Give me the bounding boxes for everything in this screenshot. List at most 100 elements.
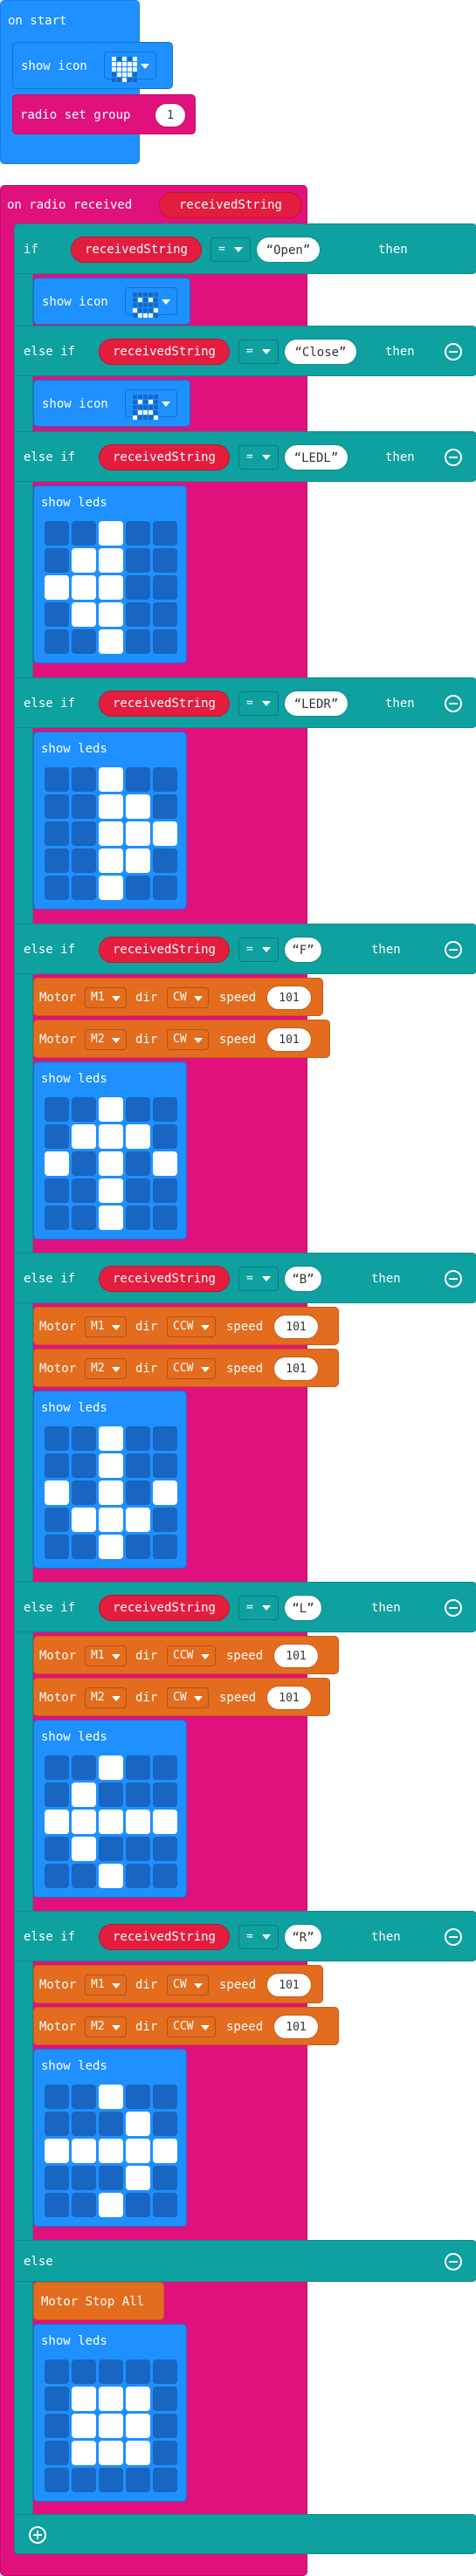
led-cell[interactable]	[126, 521, 150, 546]
else-if-row[interactable]: else if receivedString = “F” then	[14, 924, 476, 974]
led-cell[interactable]	[99, 1864, 123, 1888]
led-cell[interactable]	[99, 1535, 123, 1559]
led-cell[interactable]	[126, 1864, 150, 1888]
direction-dropdown[interactable]: CCW	[167, 1358, 216, 1379]
led-cell[interactable]	[45, 2360, 69, 2384]
led-cell[interactable]	[153, 2441, 177, 2465]
compare-operator-dropdown[interactable]: =	[238, 691, 279, 716]
led-cell[interactable]	[153, 1426, 177, 1451]
show-leds-block[interactable]: show leds	[33, 1391, 187, 1569]
led-cell[interactable]	[126, 2414, 150, 2438]
led-cell[interactable]	[45, 2112, 69, 2136]
motor-select-dropdown[interactable]: M1	[85, 1645, 127, 1666]
compare-string-input[interactable]: “Open”	[256, 237, 321, 263]
led-cell[interactable]	[153, 602, 177, 627]
show-leds-block[interactable]: show leds	[33, 2324, 187, 2502]
led-cell[interactable]	[99, 548, 123, 573]
icon-dropdown[interactable]	[125, 389, 177, 420]
led-matrix[interactable]	[45, 1755, 177, 1888]
led-cell[interactable]	[45, 575, 69, 600]
led-cell[interactable]	[72, 2139, 96, 2163]
received-string-var[interactable]: receivedString	[99, 339, 230, 365]
led-cell[interactable]	[72, 575, 96, 600]
led-cell[interactable]	[153, 2085, 177, 2109]
led-cell[interactable]	[72, 2166, 96, 2190]
led-cell[interactable]	[72, 2193, 96, 2217]
led-cell[interactable]	[45, 821, 69, 846]
led-cell[interactable]	[72, 1480, 96, 1505]
led-cell[interactable]	[45, 1864, 69, 1888]
led-cell[interactable]	[126, 876, 150, 900]
led-cell[interactable]	[126, 767, 150, 792]
led-cell[interactable]	[45, 848, 69, 873]
led-matrix[interactable]	[45, 1097, 177, 1230]
compare-operator-dropdown[interactable]: =	[238, 1925, 279, 1949]
led-cell[interactable]	[45, 548, 69, 573]
direction-dropdown[interactable]: CW	[167, 1687, 209, 1708]
led-cell[interactable]	[153, 629, 177, 654]
led-cell[interactable]	[72, 876, 96, 900]
led-cell[interactable]	[99, 2441, 123, 2465]
led-cell[interactable]	[45, 2468, 69, 2492]
motor-select-dropdown[interactable]: M2	[85, 1029, 127, 1050]
led-cell[interactable]	[153, 1178, 177, 1203]
led-cell[interactable]	[72, 821, 96, 846]
led-cell[interactable]	[126, 1783, 150, 1807]
motor-select-dropdown[interactable]: M2	[85, 1358, 127, 1379]
show-icon-block[interactable]: show icon	[33, 380, 190, 427]
led-cell[interactable]	[126, 848, 150, 873]
led-cell[interactable]	[72, 1508, 96, 1532]
motor-run-block[interactable]: Motor M1 dir CCW speed 101	[33, 1307, 339, 1345]
led-cell[interactable]	[99, 575, 123, 600]
led-cell[interactable]	[126, 1837, 150, 1861]
show-leds-block[interactable]: show leds	[33, 485, 187, 663]
led-matrix[interactable]	[45, 521, 177, 654]
led-cell[interactable]	[99, 1837, 123, 1861]
led-cell[interactable]	[72, 2085, 96, 2109]
compare-string-input[interactable]: “F”	[284, 937, 322, 963]
led-cell[interactable]	[72, 767, 96, 792]
led-cell[interactable]	[99, 521, 123, 546]
motor-select-dropdown[interactable]: M1	[85, 987, 127, 1008]
led-cell[interactable]	[99, 1178, 123, 1203]
motor-run-block[interactable]: Motor M2 dir CW speed 101	[33, 1020, 330, 1058]
led-cell[interactable]	[45, 2414, 69, 2438]
else-if-row[interactable]: else if receivedString = “L” then	[14, 1582, 476, 1632]
led-cell[interactable]	[72, 2387, 96, 2411]
speed-input[interactable]: 101	[266, 1973, 312, 1997]
motor-stop-all-block[interactable]: Motor Stop All	[33, 2282, 164, 2320]
led-cell[interactable]	[126, 2193, 150, 2217]
led-cell[interactable]	[99, 1755, 123, 1780]
led-cell[interactable]	[126, 794, 150, 819]
led-cell[interactable]	[72, 1151, 96, 1176]
led-cell[interactable]	[72, 1206, 96, 1230]
led-cell[interactable]	[99, 2112, 123, 2136]
led-cell[interactable]	[45, 1535, 69, 1559]
motor-run-block[interactable]: Motor M2 dir CCW speed 101	[33, 1349, 339, 1387]
led-cell[interactable]	[126, 1124, 150, 1149]
speed-input[interactable]: 101	[273, 1315, 319, 1339]
led-cell[interactable]	[126, 2441, 150, 2465]
led-cell[interactable]	[99, 1508, 123, 1532]
direction-dropdown[interactable]: CCW	[167, 1645, 216, 1666]
led-cell[interactable]	[126, 575, 150, 600]
led-cell[interactable]	[72, 2441, 96, 2465]
led-cell[interactable]	[72, 2468, 96, 2492]
led-cell[interactable]	[153, 1206, 177, 1230]
led-cell[interactable]	[99, 767, 123, 792]
led-cell[interactable]	[99, 629, 123, 654]
led-cell[interactable]	[126, 1535, 150, 1559]
if-row[interactable]: if receivedString = “Open” then	[14, 223, 476, 274]
led-cell[interactable]	[72, 521, 96, 546]
led-cell[interactable]	[45, 1508, 69, 1532]
led-cell[interactable]	[153, 1810, 177, 1834]
led-cell[interactable]	[126, 1480, 150, 1505]
radio-group-input[interactable]: 1	[155, 103, 186, 127]
motor-select-dropdown[interactable]: M2	[85, 1687, 127, 1708]
led-cell[interactable]	[45, 1124, 69, 1149]
led-cell[interactable]	[72, 1864, 96, 1888]
compare-operator-dropdown[interactable]: =	[238, 445, 279, 470]
led-cell[interactable]	[45, 2441, 69, 2465]
show-icon-block[interactable]: show icon	[12, 42, 173, 89]
led-cell[interactable]	[99, 2387, 123, 2411]
